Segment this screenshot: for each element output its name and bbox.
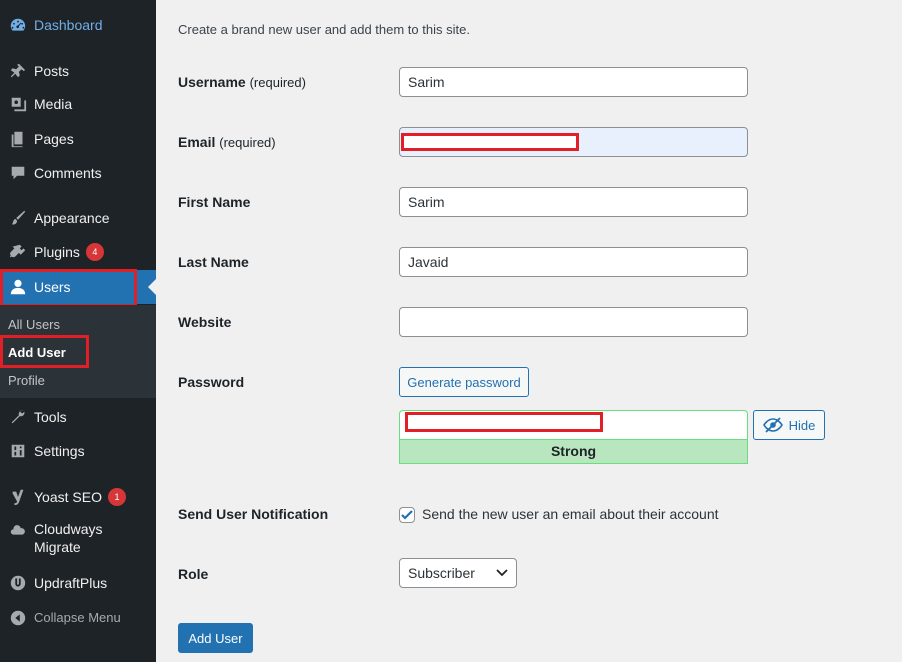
plugin-icon (0, 243, 34, 261)
last-name-input[interactable] (399, 247, 748, 277)
menu-users[interactable]: Users (0, 270, 156, 304)
username-label: Username (required) (178, 74, 306, 90)
menu-pages[interactable]: Pages (0, 122, 156, 156)
notification-label: Send User Notification (178, 506, 329, 522)
password-field-group: Strong (399, 410, 748, 464)
menu-comments[interactable]: Comments (0, 156, 156, 190)
menu-updraftplus[interactable]: UpdraftPlus (0, 566, 156, 600)
dashboard-icon (0, 16, 34, 34)
user-icon (0, 278, 34, 296)
role-select[interactable]: Subscriber (399, 558, 517, 588)
menu-yoast-seo[interactable]: Yoast SEO 1 (0, 480, 156, 514)
submenu-all-users[interactable]: All Users (8, 317, 60, 332)
notification-checkbox[interactable] (399, 507, 415, 523)
notification-checkbox-label: Send the new user an email about their a… (422, 506, 719, 522)
media-icon (0, 95, 34, 113)
menu-plugins[interactable]: Plugins 4 (0, 235, 156, 269)
last-name-label: Last Name (178, 254, 249, 270)
menu-label: Yoast SEO (34, 489, 102, 505)
menu-label: Media (34, 96, 73, 112)
email-input[interactable] (399, 127, 748, 157)
menu-media[interactable]: Media (0, 87, 156, 121)
hide-password-button[interactable]: Hide (753, 410, 825, 440)
collapse-menu-button[interactable]: Collapse Menu (0, 601, 156, 635)
first-name-input[interactable] (399, 187, 748, 217)
collapse-icon (0, 609, 34, 627)
add-user-submit-button[interactable]: Add User (178, 623, 253, 653)
menu-tools[interactable]: Tools (0, 400, 156, 434)
chevron-down-icon (496, 569, 508, 577)
paintbrush-icon (0, 209, 34, 227)
menu-label: Users (34, 279, 71, 295)
submenu-add-user[interactable]: Add User (8, 345, 66, 360)
menu-posts[interactable]: Posts (0, 54, 156, 88)
menu-label: Posts (34, 63, 70, 79)
checkmark-icon (401, 510, 413, 520)
menu-settings[interactable]: Settings (0, 434, 156, 468)
menu-cloudways-migrate[interactable]: Cloudways Migrate (0, 520, 156, 560)
menu-label: Collapse Menu (34, 610, 121, 625)
admin-sidebar: Dashboard Posts Media Pages Comments App… (0, 0, 156, 662)
role-selected-value: Subscriber (408, 565, 475, 581)
current-menu-arrow (148, 279, 156, 295)
settings-icon (0, 442, 34, 460)
first-name-label: First Name (178, 194, 251, 210)
eye-slash-icon (762, 417, 783, 433)
menu-label: Tools (34, 409, 67, 425)
page-description: Create a brand new user and add them to … (178, 22, 470, 37)
users-submenu: All Users Add User Profile (0, 305, 156, 398)
password-strength-meter: Strong (399, 439, 748, 464)
menu-dashboard[interactable]: Dashboard (0, 8, 156, 42)
comment-icon (0, 164, 34, 182)
menu-label: Appearance (34, 210, 110, 226)
pin-icon (0, 62, 34, 80)
submenu-profile[interactable]: Profile (8, 373, 45, 388)
hide-label: Hide (788, 417, 816, 433)
email-label: Email (required) (178, 134, 276, 150)
menu-label: Pages (34, 131, 74, 147)
website-label: Website (178, 314, 232, 330)
menu-label: Cloudways Migrate (34, 521, 103, 555)
username-input[interactable] (399, 67, 748, 97)
role-label: Role (178, 566, 209, 582)
menu-label: Settings (34, 443, 85, 459)
update-count-badge: 4 (85, 243, 104, 261)
notification-count-badge: 1 (107, 488, 126, 506)
cloud-icon (0, 522, 34, 540)
password-label: Password (178, 374, 245, 390)
menu-label: Plugins (34, 244, 80, 260)
menu-label: UpdraftPlus (34, 575, 108, 591)
menu-label: Comments (34, 165, 102, 181)
password-input[interactable] (399, 410, 748, 439)
updraft-icon (0, 574, 34, 592)
website-input[interactable] (399, 307, 748, 337)
generate-password-button[interactable]: Generate password (399, 367, 529, 397)
menu-appearance[interactable]: Appearance (0, 201, 156, 235)
pages-icon (0, 130, 34, 148)
menu-label: Dashboard (34, 17, 103, 33)
yoast-icon (0, 488, 34, 506)
wrench-icon (0, 408, 34, 426)
